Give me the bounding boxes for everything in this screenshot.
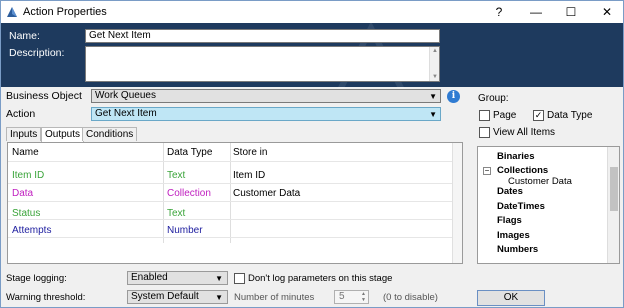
output-name: Attempts — [12, 225, 52, 236]
tab-conditions[interactable]: Conditions — [82, 127, 138, 141]
data-type-checkbox-label: Data Type — [547, 110, 593, 121]
output-data-type: Text — [167, 170, 186, 181]
chevron-down-icon: ▼ — [215, 274, 223, 283]
minimize-button[interactable]: — — [526, 4, 546, 20]
business-object-value: Work Queues — [95, 90, 156, 101]
business-object-label: Business Object — [6, 90, 82, 102]
tree-item[interactable]: Binaries — [497, 151, 535, 162]
output-name: Status — [12, 208, 41, 219]
close-button[interactable]: ✕ — [597, 4, 617, 20]
stage-logging-label: Stage logging: — [6, 273, 67, 284]
view-all-checkbox-label: View All Items — [493, 127, 556, 138]
minutes-label: Number of minutes — [234, 292, 315, 303]
outputs-table: Name Data Type Store in Item ID Text Ite… — [7, 142, 463, 264]
title-bar: Action Properties ? — ☐ ✕ — [1, 1, 623, 23]
action-label: Action — [6, 108, 36, 120]
tree-item[interactable]: DateTimes — [497, 201, 545, 212]
minutes-stepper[interactable]: 5 ▲ ▼ — [334, 290, 369, 304]
group-title: Group: — [478, 93, 509, 104]
tree-item[interactable]: Dates — [497, 186, 523, 197]
description-label: Description: — [9, 47, 65, 59]
output-store-in[interactable]: Item ID — [233, 170, 265, 181]
warning-threshold-label: Warning threshold: — [6, 292, 86, 303]
page-checkbox-label: Page — [493, 110, 517, 121]
disable-hint: (0 to disable) — [383, 292, 438, 303]
description-field[interactable]: ▲ ▼ — [85, 46, 440, 82]
action-value: Get Next Item — [95, 108, 157, 119]
warning-threshold-select[interactable]: System Default ▼ — [127, 290, 228, 304]
chevron-down-icon: ▼ — [215, 293, 223, 302]
chevron-down-icon: ▼ — [429, 110, 437, 119]
stepper-down-icon[interactable]: ▼ — [359, 297, 368, 303]
data-items-tree: Binaries − Collections Customer Data Dat… — [477, 146, 620, 264]
tab-inputs[interactable]: Inputs — [6, 127, 42, 141]
output-store-in[interactable]: Customer Data — [233, 188, 300, 199]
help-button[interactable]: ? — [489, 4, 509, 20]
output-name: Data — [12, 188, 34, 199]
output-data-type: Number — [167, 225, 203, 236]
table-scrollbar[interactable] — [452, 143, 462, 263]
business-object-select[interactable]: Work Queues ▼ — [91, 89, 441, 103]
dont-log-label: Don't log parameters on this stage — [248, 273, 393, 284]
tree-item[interactable]: Flags — [497, 215, 522, 226]
output-data-type: Collection — [167, 188, 211, 199]
scroll-up-icon[interactable]: ▲ — [431, 48, 439, 54]
column-header-store-in: Store in — [233, 147, 268, 158]
tree-scrollbar[interactable] — [607, 147, 619, 263]
info-icon[interactable]: i — [447, 90, 460, 103]
scroll-down-icon[interactable]: ▼ — [431, 74, 439, 80]
stage-logging-value: Enabled — [131, 272, 168, 283]
stage-logging-select[interactable]: Enabled ▼ — [127, 271, 228, 285]
description-scrollbar[interactable]: ▲ ▼ — [429, 47, 439, 81]
window-title: Action Properties — [23, 6, 107, 18]
data-type-checkbox[interactable]: ✓ — [533, 110, 544, 121]
page-checkbox[interactable] — [479, 110, 490, 121]
view-all-checkbox[interactable] — [479, 127, 490, 138]
name-label: Name: — [9, 30, 40, 42]
column-header-data-type: Data Type — [167, 147, 213, 158]
app-icon — [7, 7, 17, 17]
dont-log-checkbox[interactable] — [234, 273, 245, 284]
warning-threshold-value: System Default — [131, 291, 199, 302]
action-properties-window: Action Properties ? — ☐ ✕ Name: Get Next… — [0, 0, 624, 308]
tree-item[interactable]: Numbers — [497, 244, 538, 255]
tree-item[interactable]: Images — [497, 230, 530, 241]
header-panel: Name: Get Next Item Description: ▲ ▼ — [1, 23, 623, 101]
maximize-button[interactable]: ☐ — [561, 4, 581, 20]
column-header-name: Name — [12, 147, 39, 158]
collapse-icon[interactable]: − — [483, 167, 491, 175]
ok-button[interactable]: OK — [477, 290, 545, 306]
action-select[interactable]: Get Next Item ▼ — [91, 107, 441, 121]
minutes-value: 5 — [339, 291, 345, 302]
tree-item[interactable]: Collections — [497, 165, 548, 176]
scroll-thumb[interactable] — [610, 167, 618, 211]
name-field[interactable]: Get Next Item — [85, 29, 440, 43]
tab-outputs[interactable]: Outputs — [41, 127, 85, 142]
output-data-type: Text — [167, 208, 186, 219]
output-name: Item ID — [12, 170, 45, 181]
group-panel: Group: Page ✓ Data Type View All Items — [475, 89, 621, 145]
chevron-down-icon: ▼ — [429, 92, 437, 101]
